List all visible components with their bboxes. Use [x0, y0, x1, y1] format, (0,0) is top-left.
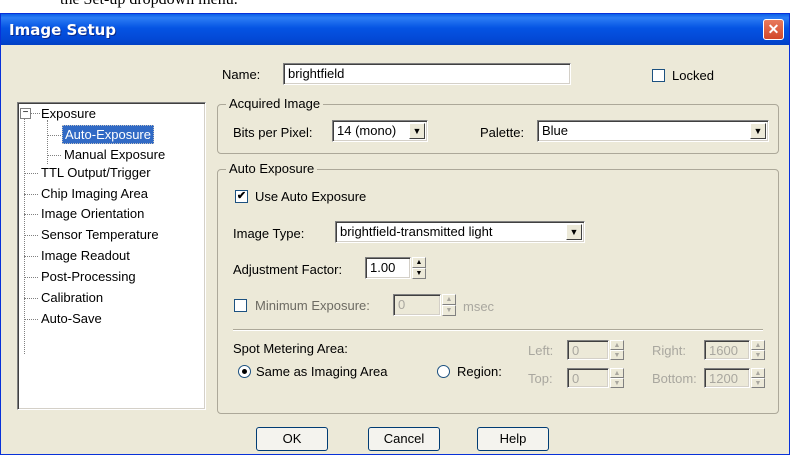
- title-bar[interactable]: Image Setup ✕: [1, 14, 789, 45]
- top-label: Top:: [528, 371, 553, 386]
- top-value: 0: [572, 371, 580, 386]
- palette-value: Blue: [542, 123, 569, 138]
- close-button[interactable]: ✕: [763, 19, 784, 40]
- minimum-exposure-value: 0: [398, 297, 406, 312]
- name-value: brightfield: [288, 66, 345, 81]
- left-input[interactable]: 0: [567, 340, 609, 360]
- minimum-exposure-unit: msec: [463, 299, 495, 314]
- auto-exposure-legend: Auto Exposure: [226, 161, 318, 176]
- cancel-button[interactable]: Cancel: [368, 427, 440, 451]
- bits-per-pixel-select[interactable]: 14 (mono) ▼: [332, 120, 428, 142]
- right-label: Right:: [652, 343, 686, 358]
- help-button[interactable]: Help: [477, 427, 549, 451]
- same-as-imaging-area-radio[interactable]: [238, 365, 251, 378]
- dropdown-arrow-icon[interactable]: ▼: [409, 123, 425, 139]
- tree-item-auto-exposure[interactable]: Auto-Exposure: [62, 125, 154, 144]
- spin-down-icon[interactable]: ▼: [751, 350, 765, 360]
- bits-per-pixel-value: 14 (mono): [337, 123, 397, 138]
- spot-metering-label: Spot Metering Area:: [233, 341, 348, 356]
- image-type-label: Image Type:: [233, 226, 305, 241]
- use-auto-exposure-label: Use Auto Exposure: [255, 189, 367, 204]
- palette-label: Palette:: [480, 125, 525, 140]
- region-label: Region:: [457, 364, 502, 379]
- tree-item-exposure[interactable]: Exposure: [41, 104, 96, 123]
- separator: [233, 329, 763, 331]
- right-value: 1600: [709, 343, 738, 358]
- spin-down-icon[interactable]: ▼: [751, 378, 765, 388]
- name-input[interactable]: brightfield: [283, 63, 571, 85]
- name-label: Name:: [222, 67, 261, 82]
- minimum-exposure-checkbox[interactable]: [234, 299, 247, 312]
- bottom-label: Bottom:: [652, 371, 697, 386]
- tree-item-post-processing[interactable]: Post-Processing: [41, 267, 136, 286]
- left-value: 0: [572, 343, 580, 358]
- minimum-exposure-spinner[interactable]: ▲ ▼: [442, 294, 456, 316]
- spin-up-icon[interactable]: ▲: [412, 257, 426, 268]
- check-icon: ✔: [236, 190, 247, 202]
- bottom-value: 1200: [709, 371, 738, 386]
- tree-item-image-orientation[interactable]: Image Orientation: [41, 204, 144, 223]
- locked-label: Locked: [672, 68, 714, 83]
- spin-down-icon[interactable]: ▼: [412, 268, 426, 279]
- window-title: Image Setup: [9, 21, 117, 39]
- document-caption-text: the Set-up dropdown menu.: [60, 0, 238, 9]
- close-icon: ✕: [767, 21, 780, 37]
- spin-up-icon[interactable]: ▲: [442, 294, 456, 305]
- right-input[interactable]: 1600: [704, 340, 750, 360]
- spin-up-icon[interactable]: ▲: [751, 340, 765, 350]
- tree-item-manual-exposure[interactable]: Manual Exposure: [64, 145, 165, 164]
- dropdown-arrow-icon[interactable]: ▼: [566, 224, 582, 240]
- spin-up-icon[interactable]: ▲: [751, 368, 765, 378]
- minimum-exposure-label: Minimum Exposure:: [255, 298, 370, 313]
- adjustment-factor-value: 1.00: [370, 260, 396, 275]
- spin-up-icon[interactable]: ▲: [610, 368, 624, 378]
- image-type-value: brightfield-transmitted light: [340, 224, 493, 239]
- tree-item-calibration[interactable]: Calibration: [41, 288, 103, 307]
- dropdown-arrow-icon[interactable]: ▼: [750, 123, 766, 139]
- minimum-exposure-input[interactable]: 0: [393, 294, 441, 316]
- tree-item-chip-imaging-area[interactable]: Chip Imaging Area: [41, 184, 148, 203]
- adjustment-factor-spinner[interactable]: ▲ ▼: [412, 257, 426, 279]
- adjustment-factor-label: Adjustment Factor:: [233, 262, 343, 277]
- use-auto-exposure-checkbox[interactable]: ✔: [235, 190, 248, 203]
- bottom-input[interactable]: 1200: [704, 368, 750, 388]
- category-tree-items: − Exposure Auto-Exposure Manual Exposure…: [20, 104, 205, 404]
- bottom-spinner[interactable]: ▲ ▼: [751, 368, 765, 388]
- image-setup-dialog: Image Setup ✕ Name: brightfield Locked −…: [0, 13, 790, 455]
- spin-down-icon[interactable]: ▼: [442, 305, 456, 316]
- spin-up-icon[interactable]: ▲: [610, 340, 624, 350]
- tree-item-image-readout[interactable]: Image Readout: [41, 246, 130, 265]
- acquired-image-legend: Acquired Image: [226, 96, 324, 111]
- locked-checkbox[interactable]: [652, 69, 665, 82]
- spin-down-icon[interactable]: ▼: [610, 350, 624, 360]
- left-label: Left:: [528, 343, 554, 358]
- top-input[interactable]: 0: [567, 368, 609, 388]
- same-as-imaging-area-label: Same as Imaging Area: [256, 364, 388, 379]
- bits-per-pixel-label: Bits per Pixel:: [233, 125, 313, 140]
- tree-item-ttl-output-trigger[interactable]: TTL Output/Trigger: [41, 163, 151, 182]
- region-radio[interactable]: [437, 365, 450, 378]
- right-spinner[interactable]: ▲ ▼: [751, 340, 765, 360]
- palette-select[interactable]: Blue ▼: [537, 120, 769, 142]
- image-type-select[interactable]: brightfield-transmitted light ▼: [335, 221, 585, 243]
- tree-item-auto-save[interactable]: Auto-Save: [41, 309, 102, 328]
- top-spinner[interactable]: ▲ ▼: [610, 368, 624, 388]
- spin-down-icon[interactable]: ▼: [610, 378, 624, 388]
- ok-button[interactable]: OK: [256, 427, 328, 451]
- adjustment-factor-input[interactable]: 1.00: [365, 257, 411, 279]
- left-spinner[interactable]: ▲ ▼: [610, 340, 624, 360]
- tree-item-sensor-temperature[interactable]: Sensor Temperature: [41, 225, 159, 244]
